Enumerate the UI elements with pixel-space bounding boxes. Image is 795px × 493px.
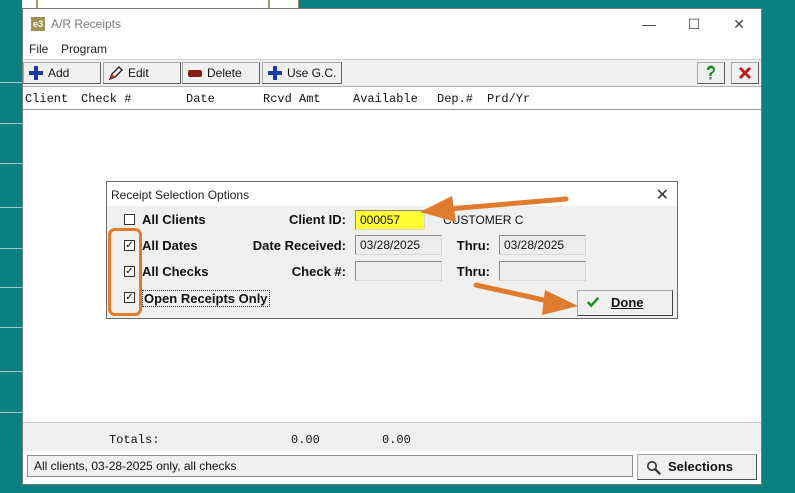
totals-row: Totals: 0.00 0.00 — [23, 422, 761, 451]
open-receipts-label: Open Receipts Only — [142, 290, 270, 307]
client-id-label: Client ID: — [288, 212, 346, 227]
plus-icon — [268, 66, 282, 80]
help-button[interactable] — [697, 62, 725, 84]
all-checks-label: All Checks — [142, 264, 209, 279]
all-clients-checkbox[interactable] — [124, 214, 135, 225]
minimize-icon[interactable]: — — [638, 14, 660, 34]
column-prd-yr[interactable]: Prd/Yr — [487, 92, 530, 106]
check-thru-label: Thru: — [456, 264, 490, 279]
check-thru-input[interactable] — [499, 261, 586, 281]
exit-button[interactable] — [731, 62, 759, 84]
totals-available: 0.00 — [382, 433, 411, 447]
checkmark-icon — [586, 296, 600, 308]
plus-icon — [29, 66, 43, 80]
totals-rcvd: 0.00 — [291, 433, 320, 447]
eraser-icon — [188, 70, 202, 77]
window-title: A/R Receipts — [51, 17, 122, 31]
client-name: CUSTOMER C — [443, 213, 524, 227]
check-from-input[interactable] — [355, 261, 442, 281]
column-client[interactable]: Client — [25, 92, 68, 106]
status-bar: All clients, 03-28-2025 only, all checks — [27, 455, 633, 477]
selections-button[interactable]: Selections — [637, 454, 757, 480]
column-rcvd-amt[interactable]: Rcvd Amt — [263, 92, 321, 106]
toolbar: Add Edit Delete Use G.C. — [23, 59, 761, 87]
menu-program[interactable]: Program — [61, 42, 107, 56]
app-icon: e3 — [31, 17, 45, 31]
all-dates-label: All Dates — [142, 238, 198, 253]
column-available[interactable]: Available — [353, 92, 418, 106]
title-bar: e3 A/R Receipts — ☐ ✕ — [23, 9, 761, 39]
column-check[interactable]: Check # — [81, 92, 131, 106]
client-id-input[interactable]: 000057 — [355, 210, 425, 230]
date-from-input[interactable]: 03/28/2025 — [355, 235, 442, 255]
column-dep[interactable]: Dep.# — [437, 92, 473, 106]
desktop-left-strip — [0, 0, 22, 493]
column-date[interactable]: Date — [186, 92, 215, 106]
date-received-label: Date Received: — [252, 238, 346, 253]
edit-button[interactable]: Edit — [103, 62, 181, 84]
dialog-close-icon[interactable]: ✕ — [656, 185, 669, 205]
menu-file[interactable]: File — [29, 42, 48, 56]
date-thru-input[interactable]: 03/28/2025 — [499, 235, 586, 255]
close-icon[interactable]: ✕ — [728, 14, 750, 34]
date-thru-label: Thru: — [456, 238, 490, 253]
add-button[interactable]: Add — [23, 62, 101, 84]
maximize-icon[interactable]: ☐ — [683, 14, 705, 34]
column-headers: Client Check # Date Rcvd Amt Available D… — [23, 87, 761, 110]
dialog-title-bar: Receipt Selection Options ✕ — [107, 182, 677, 206]
check-number-label: Check #: — [291, 264, 346, 279]
dialog-title: Receipt Selection Options — [111, 188, 250, 202]
delete-button[interactable]: Delete — [182, 62, 260, 84]
pencil-icon — [108, 66, 123, 81]
use-gc-button[interactable]: Use G.C. — [262, 62, 342, 84]
totals-label: Totals: — [109, 433, 160, 447]
done-button[interactable]: Done — [577, 290, 673, 316]
question-mark-icon — [706, 65, 715, 80]
all-clients-label: All Clients — [142, 212, 206, 227]
menu-bar: File Program — [23, 40, 761, 58]
magnifier-icon — [647, 461, 661, 475]
annotation-highlight-box — [108, 228, 142, 316]
red-x-icon — [739, 67, 751, 79]
